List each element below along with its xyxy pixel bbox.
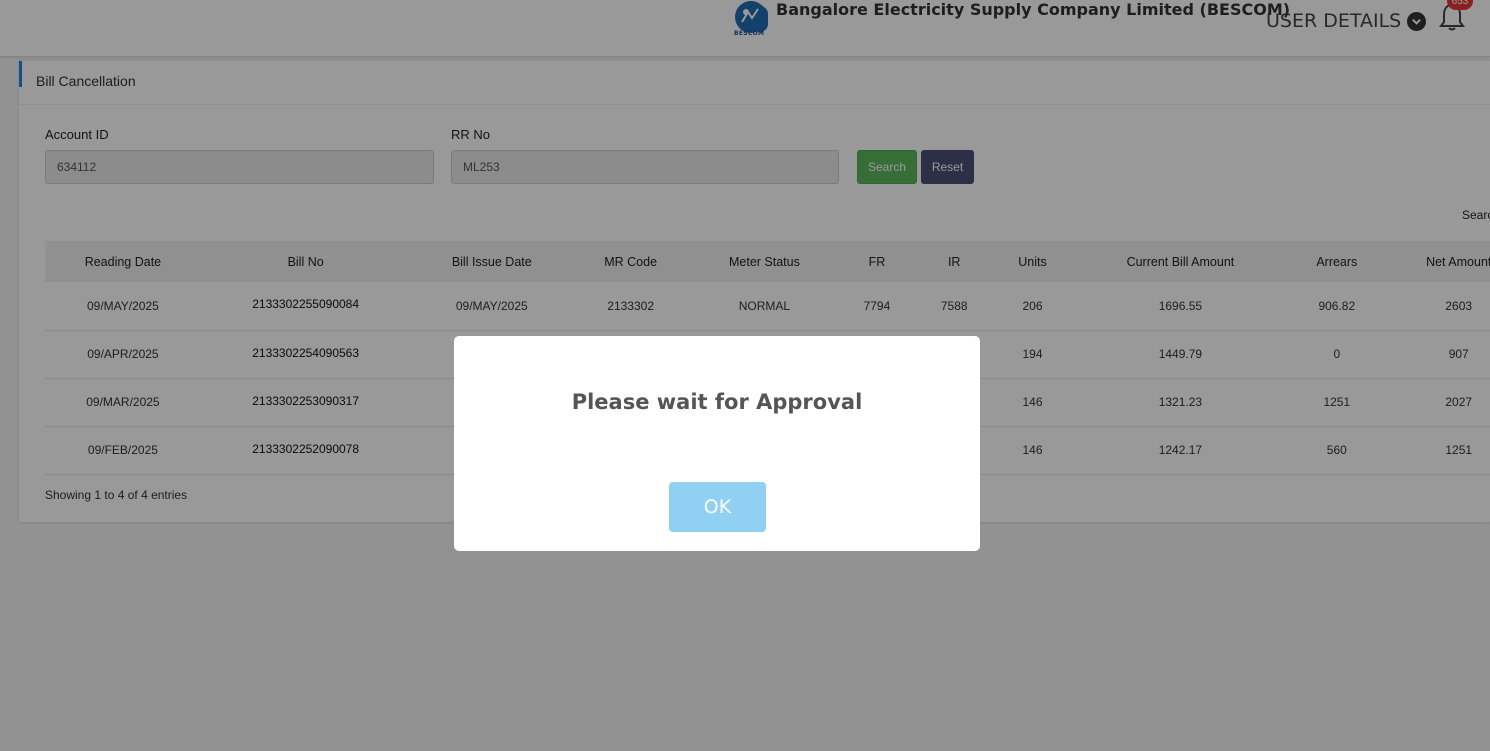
ok-button[interactable]: OK xyxy=(669,482,766,532)
approval-dialog: Please wait for Approval OK xyxy=(454,336,980,551)
dialog-message: Please wait for Approval xyxy=(571,390,863,414)
